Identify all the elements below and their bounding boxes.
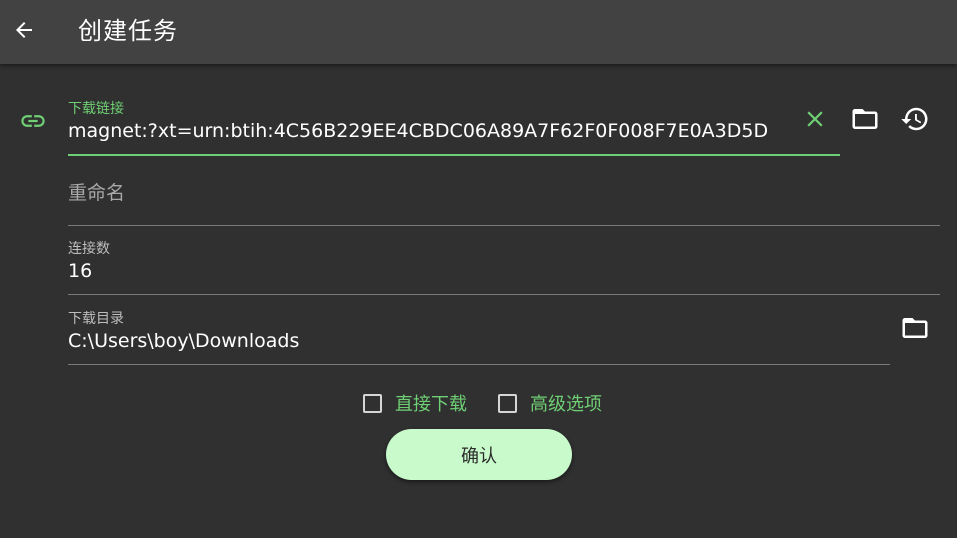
arrow-left-icon (12, 18, 36, 46)
direct-download-label: 直接下载 (395, 394, 467, 415)
history-button[interactable] (898, 104, 932, 138)
download-directory-label: 下载目录 (68, 311, 124, 327)
download-directory-input[interactable]: C:\Users\boy\Downloads (68, 330, 299, 352)
advanced-options-label: 高级选项 (530, 394, 602, 415)
clear-button[interactable] (798, 104, 832, 138)
advanced-options-checkbox[interactable]: 高级选项 (498, 390, 602, 416)
folder-icon (850, 104, 880, 138)
download-directory-field[interactable]: 下载目录 C:\Users\boy\Downloads (68, 308, 890, 368)
page-title: 创建任务 (78, 17, 178, 45)
connections-label: 连接数 (68, 241, 110, 257)
back-button[interactable] (6, 12, 42, 52)
history-icon (900, 104, 930, 138)
close-icon (802, 106, 828, 136)
connections-field[interactable]: 连接数 16 (68, 238, 940, 298)
rename-underline (68, 225, 940, 226)
rename-input[interactable]: 重命名 (68, 178, 125, 205)
download-directory-underline (68, 364, 890, 365)
checkbox-box[interactable] (363, 393, 382, 413)
confirm-button-label: 确认 (461, 445, 497, 467)
rename-field[interactable]: 重命名 (68, 176, 940, 228)
connections-underline (68, 294, 940, 295)
link-icon (17, 107, 49, 135)
folder-icon (900, 313, 930, 347)
checkbox-box[interactable] (498, 393, 517, 413)
download-link-label: 下载链接 (68, 101, 124, 117)
download-link-input[interactable]: magnet:?xt=urn:btih:4C56B229EE4CBDC06A89… (68, 120, 768, 142)
download-link-field[interactable]: 下载链接 magnet:?xt=urn:btih:4C56B229EE4CBDC… (68, 98, 840, 158)
browse-directory-button[interactable] (898, 313, 932, 347)
open-torrent-button[interactable] (848, 104, 882, 138)
direct-download-checkbox[interactable]: 直接下载 (363, 390, 467, 416)
download-link-underline (68, 154, 840, 156)
connections-input[interactable]: 16 (68, 260, 92, 282)
confirm-button[interactable]: 确认 (386, 429, 572, 480)
app-bar: 创建任务 (0, 0, 957, 64)
